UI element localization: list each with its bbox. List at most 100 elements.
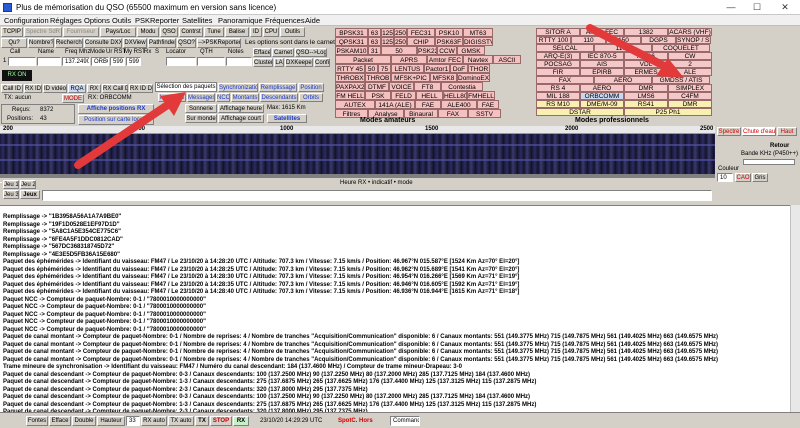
jeu-3-button[interactable]: Jeu 3 [3,190,19,199]
pro-mode-button[interactable]: DSTAR [536,108,624,116]
messages-button[interactable]: Messages [187,93,215,102]
couleur-value[interactable]: 10 [717,173,733,182]
pro-mode-button[interactable]: ORBCOMM [580,92,624,100]
amateur-mode-button[interactable]: CCW [437,46,457,55]
pro-mode-button[interactable]: SITOR A [536,28,580,36]
pro-mode-button[interactable]: FAX [536,76,594,84]
amateur-mode-button[interactable]: 125 [381,28,394,37]
amateur-mode-button[interactable]: FT8 [414,82,441,91]
amateur-mode-button[interactable]: PAXPAX2 [335,82,365,91]
tab-tcpip[interactable]: TCPIP [1,27,23,37]
tab-balise[interactable]: Balise [225,27,249,37]
remplissage-button[interactable]: Remplissage [259,83,297,92]
stop-button[interactable]: STOP [210,416,232,426]
tab-haut[interactable]: Haut [777,127,797,136]
cluster-button[interactable]: Cluster [253,58,273,67]
tab-modu[interactable]: Modu [137,27,159,37]
menu-pskreporter[interactable]: PSKReporter [135,16,179,25]
amateur-mode-button[interactable]: PSK220F [417,46,437,55]
rx-call-d-button[interactable]: RX Call D [102,84,128,93]
amateur-mode-button[interactable]: PSK10 [435,28,463,37]
tab-spectre-sdr[interactable]: Spectre SdR [24,27,62,37]
affichage-heure-button[interactable]: Affichage heure [218,104,264,113]
fontes-button[interactable]: Fontes [26,416,48,426]
pro-mode-button[interactable]: RS M10 [536,100,580,108]
locator-field[interactable] [166,57,196,66]
descendants-button[interactable]: Descendants [260,93,298,102]
rqa-button[interactable]: RQA [68,84,86,93]
amateur-mode-button[interactable]: 31 [368,46,381,55]
amateur-mode-button[interactable]: 75 [378,64,391,73]
recherche-button[interactable]: Recherche [55,38,83,48]
menu-satellites[interactable]: Satellites [182,16,212,25]
ur-rst-field[interactable]: 599 [110,57,125,66]
amateur-mode-button[interactable]: LENTUS [391,64,424,73]
pro-mode-button[interactable]: 1382 [624,28,668,36]
menu-outils[interactable]: Outils [112,16,131,25]
pro-mode-button[interactable]: VDL [624,60,668,68]
pro-mode-button[interactable]: SELCAL [536,44,594,52]
position-button[interactable]: Position [298,83,324,92]
inconnus-button[interactable]: Inconnus [158,93,186,102]
pro-mode-button[interactable]: FIR [536,68,580,76]
menu-aide[interactable]: Aide [305,16,320,25]
pro-mode-button[interactable]: POCSAG [536,60,580,68]
pro-mode-button[interactable]: C4FM [668,92,712,100]
pro-mode-button[interactable]: AIS [580,60,624,68]
jeu-2-button[interactable]: Jeu 2 [20,180,36,189]
gris-button[interactable]: Gris [752,173,768,182]
mode-field[interactable]: ORBC [91,57,109,66]
menu-panoramique[interactable]: Panoramique [218,16,263,25]
menu-configuration[interactable]: Configuration [4,16,49,25]
pro-mode-button[interactable]: 150 [606,36,641,44]
config-button[interactable]: Config [314,58,330,67]
call-id-button[interactable]: Call ID [1,84,23,93]
qso-button[interactable]: QSO? [177,38,196,48]
tab-cpu[interactable]: CPU [263,27,279,37]
rx-auto-button[interactable]: RX auto [141,416,167,426]
amateur-mode-button[interactable]: MFSK+PIC [391,73,430,82]
tx-button[interactable]: TX [195,416,209,426]
amateur-mode-button[interactable]: FAE [477,100,499,109]
amateur-mode-button[interactable]: QPSK31 [335,37,368,46]
montants-button[interactable]: Montants [231,93,259,102]
menu-frequences[interactable]: Fréquences [265,16,305,25]
amateur-mode-button[interactable]: Contestia [441,82,483,91]
tx-auto-button[interactable]: TX auto [168,416,194,426]
pro-mode-button[interactable]: IEC 870-5 [580,52,624,60]
amateur-mode-button[interactable]: 50 [365,64,378,73]
qu-button[interactable]: Qu? [1,38,27,48]
amateur-mode-button[interactable]: THROBX [335,73,365,82]
freq-field[interactable]: 137.2490 [62,57,90,66]
affiche-positions-rx-button[interactable]: Affiche positions RX [78,104,154,114]
amateur-mode-button[interactable]: 63 [368,28,381,37]
pskreporter-button[interactable]: -->PSKReporter [197,38,241,48]
amateur-mode-button[interactable]: FM HELL [335,91,365,100]
dxview-button[interactable]: DXView [123,38,147,48]
nombre-button[interactable]: Nombre? [28,38,54,48]
pro-mode-button[interactable]: GMDSS / ATIS [652,76,710,84]
amateur-mode-button[interactable]: HELL80 [443,91,467,100]
pro-mode-button[interactable]: COQUELET [652,44,710,52]
pro-mode-button[interactable]: DMR [668,100,712,108]
tab-id[interactable]: ID [250,27,262,37]
pro-mode-button[interactable]: AERO [594,76,652,84]
synchronization-button[interactable]: Synchronization [218,83,258,92]
pro-mode-button[interactable]: RTTY 100 [536,36,571,44]
pro-mode-button[interactable]: P25 Ph1 [624,108,712,116]
hauteur-value[interactable]: 33 [126,416,140,426]
mode-button[interactable]: MODE [62,94,84,103]
rx-id-button[interactable]: RX ID [24,84,42,93]
jeux-button[interactable]: Jeux [20,190,40,199]
tab-pays-loc[interactable]: Pays/Loc [100,27,136,37]
rx-status-button[interactable]: RX [233,416,249,426]
my-rst-field[interactable]: 599 [126,57,141,66]
pro-mode-button[interactable]: 110 [571,36,606,44]
la-button[interactable]: LA [274,58,284,67]
close-button[interactable]: ✕ [772,2,798,13]
amateur-mode-button[interactable]: DominoEX [457,73,490,82]
bande-slider[interactable] [743,159,795,165]
amateur-mode-button[interactable]: CHIP [407,37,435,46]
amateur-mode-button[interactable]: THROB [365,73,391,82]
hauteur-select[interactable]: Hauteur [97,416,125,426]
